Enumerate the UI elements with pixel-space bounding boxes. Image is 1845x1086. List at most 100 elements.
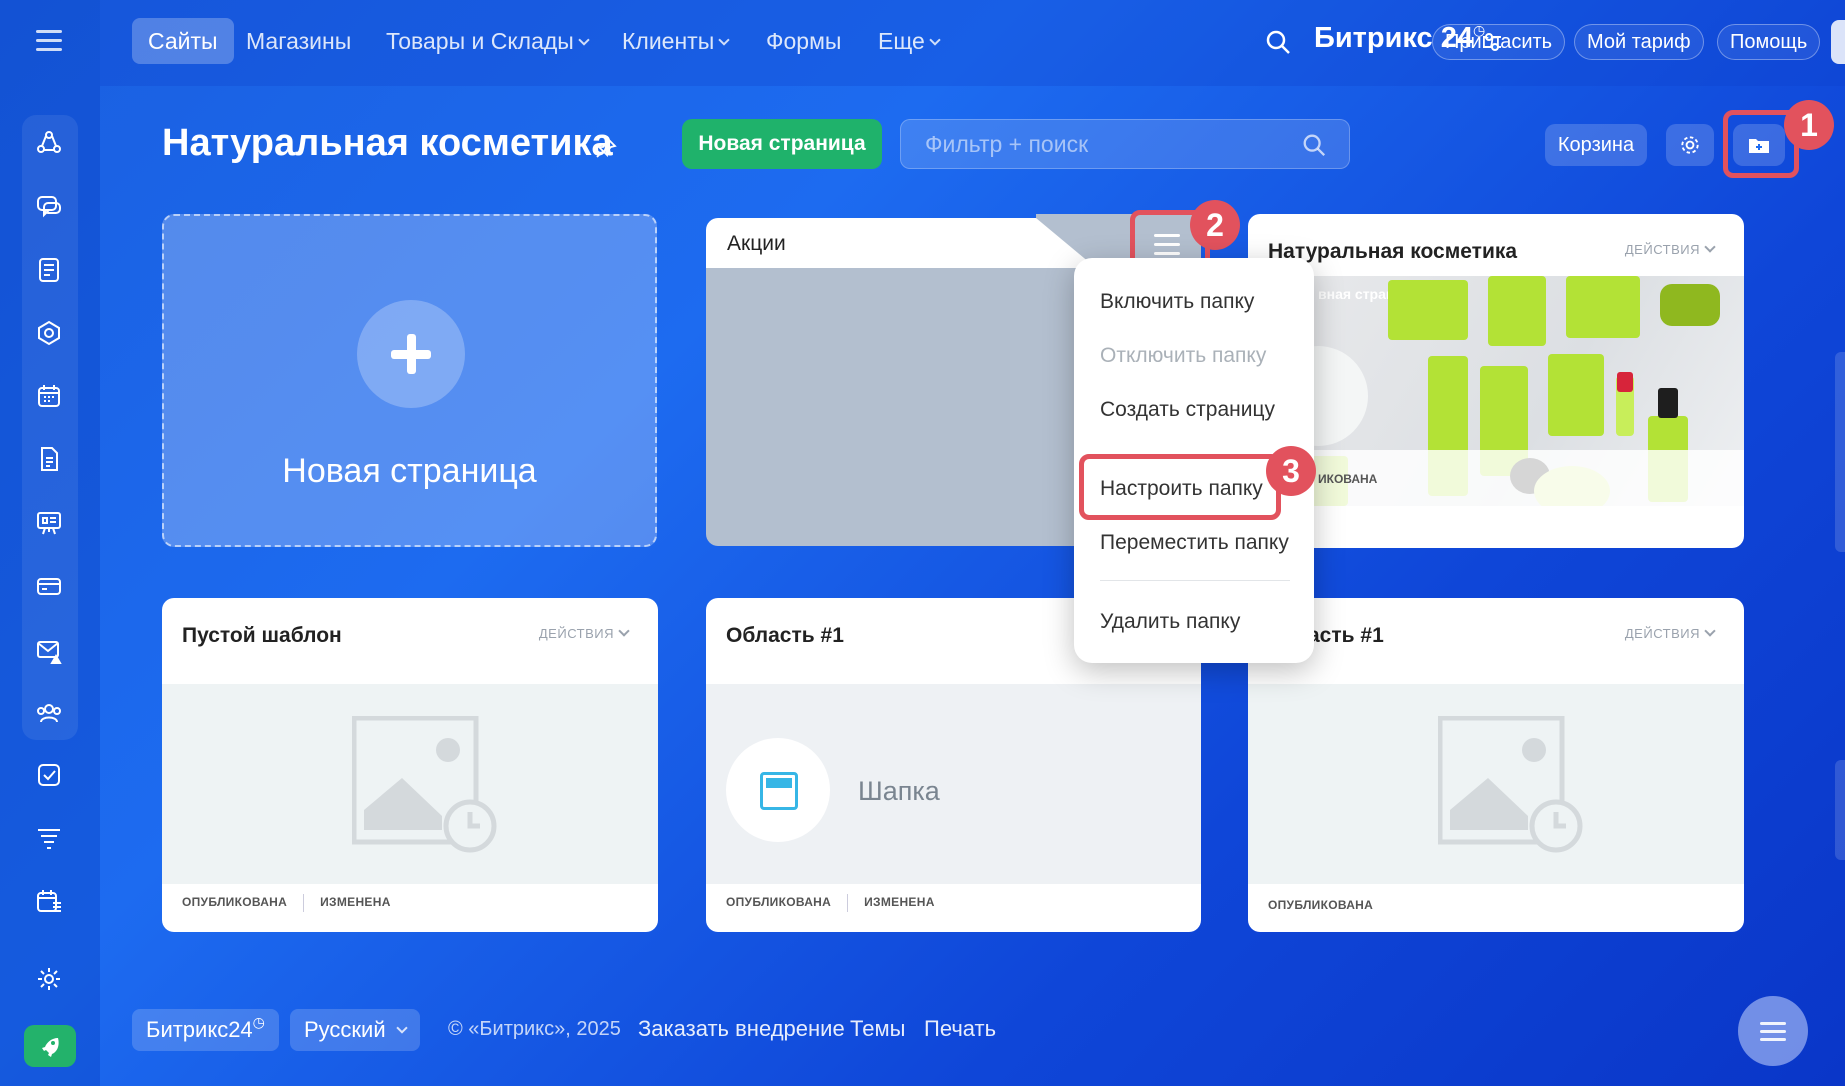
block-name: Шапка [858,776,940,806]
tasks-icon[interactable] [34,760,64,790]
actions-label: ДЕЙСТВИЯ [1624,626,1700,641]
menu-item-create-page[interactable]: Создать страницу [1100,398,1275,422]
chat-button[interactable] [1738,996,1808,1066]
chevron-down-icon [1704,241,1716,253]
published-label: ОПУБЛИКОВАНА [1268,898,1374,912]
site-card[interactable]: Натуральная косметика ДЕЙСТВИЯ вная стра… [1248,214,1744,548]
schedule-icon[interactable] [34,886,64,916]
copyright: © «Битрикс», 2025 [448,1018,621,1040]
footer-brand-button[interactable]: Битрикс24◷ [132,1009,279,1051]
language-select[interactable]: Русский [290,1009,420,1051]
hexagon-icon[interactable] [34,318,64,348]
clock-icon: ◷ [252,1014,265,1030]
invite-button[interactable]: Пригласить [1432,24,1566,60]
annotation-badge-2: 2 [1190,200,1240,250]
menu-divider [1100,580,1290,581]
settings-button[interactable] [1666,124,1714,166]
chevron-down-icon [929,34,941,46]
card-actions[interactable]: ДЕЙСТВИЯ [1624,625,1716,641]
published-label: ОПУБЛИКОВАНА [726,895,832,910]
card-status: ОПУБЛИКОВАНА ИЗМЕНЕНА [182,894,391,912]
published-label: ОПУБЛИКОВАНА [182,895,288,910]
card-status: ОПУБЛИКОВАНА ИЗМЕНЕНА [726,894,935,912]
nav-tab-label: Еще [878,28,925,54]
document-icon[interactable] [34,444,64,474]
search-icon[interactable] [1301,132,1327,158]
news-icon[interactable] [34,255,64,285]
empty-template-card[interactable]: Пустой шаблон ДЕЙСТВИЯ ОПУБЛИКОВАНА ИЗМЕН… [162,598,658,932]
presentation-icon[interactable] [34,508,64,538]
new-page-card[interactable]: Новая страница [162,214,657,547]
area-card-right[interactable]: асть #1 ДЕЙСТВИЯ ОПУБЛИКОВАНА [1248,598,1744,932]
card-actions[interactable]: ДЕЙСТВИЯ [538,625,630,641]
chat-icon[interactable] [34,191,64,221]
contacts-icon[interactable] [34,698,64,728]
actions-label: ДЕЙСТВИЯ [1624,242,1700,257]
chevron-down-icon [578,34,590,46]
plus-icon [357,300,465,408]
settings-gear-icon[interactable] [34,964,64,994]
card-status: ОПУБЛИКОВАНА [1268,898,1373,912]
site-preview-image: вная страница ИКОВАНА [1248,276,1744,506]
search-icon[interactable] [1264,28,1292,56]
language-label: Русский [304,1017,386,1042]
nav-tab-clients[interactable]: Клиенты [606,18,744,64]
print-link[interactable]: Печать [924,1016,996,1042]
dropper-cap [1658,388,1678,418]
my-tariff-button[interactable]: Мой тариф [1574,24,1704,60]
product-box [1488,276,1546,346]
menu-item-enable-folder[interactable]: Включить папку [1100,290,1254,314]
left-sidebar [0,0,100,1086]
footer-brand-label: Битрикс24 [146,1017,253,1042]
nav-tab-shops[interactable]: Магазины [230,18,367,64]
filter-search-field[interactable] [900,119,1350,169]
calendar-icon[interactable] [34,381,64,411]
card-preview [162,684,658,884]
rocket-icon[interactable] [24,1025,76,1067]
actions-label: ДЕЙСТВИЯ [538,626,614,641]
header-block-icon [760,772,798,810]
site-card-actions[interactable]: ДЕЙСТВИЯ [1624,241,1716,257]
pin-icon[interactable] [594,136,618,160]
funnel-icon[interactable] [34,823,64,853]
nav-tab-goods-warehouses[interactable]: Товары и Склады [370,18,604,64]
nav-tab-more[interactable]: Еще [862,18,955,64]
menu-item-move-folder[interactable]: Переместить папку [1100,531,1289,555]
chevron-down-icon [395,1022,408,1034]
themes-link[interactable]: Темы [850,1016,905,1042]
card-preview: Шапка [706,684,1201,884]
new-page-button[interactable]: Новая страница [682,119,882,169]
image-placeholder-icon [1438,716,1583,853]
gear-icon [1681,136,1699,154]
nav-tab-sites[interactable]: Сайты [132,18,234,64]
menu-burger-icon[interactable] [36,30,62,52]
preview-footer-status: ИКОВАНА [1318,472,1378,486]
payment-card-icon[interactable] [34,571,64,601]
menu-item-delete-folder[interactable]: Удалить папку [1100,610,1240,634]
menu-item-disable-folder: Отключить папку [1100,344,1267,367]
mail-warning-icon[interactable] [34,635,64,665]
recycle-bin-button[interactable]: Корзина [1545,124,1647,166]
chevron-down-icon [1704,625,1716,637]
annotation-badge-3: 3 [1266,446,1316,496]
help-button[interactable]: Помощь [1717,24,1821,60]
top-edge-tab[interactable] [1831,20,1845,64]
highlight-frame-3 [1079,454,1281,520]
folder-title: Акции [727,232,786,255]
filter-search-input[interactable] [925,120,1285,168]
right-edge-panel-tab[interactable] [1835,760,1845,860]
top-navigation: Сайты Магазины Товары и Склады Клиенты Ф… [100,0,1845,86]
order-implementation-link[interactable]: Заказать внедрение [638,1016,845,1042]
card-title: асть #1 [1308,624,1384,647]
card-title: Область #1 [726,624,844,647]
product-box [1566,276,1640,338]
page-title: Натуральная косметика [162,122,613,164]
chevron-down-icon [618,625,630,637]
product-sachet [1548,354,1604,436]
chevron-down-icon [718,34,730,46]
changed-label: ИЗМЕНЕНА [864,895,935,910]
feed-icon[interactable] [34,128,64,158]
nav-tab-forms[interactable]: Формы [750,18,857,64]
product-jar [1660,284,1720,326]
right-edge-panel-tab[interactable] [1835,352,1845,552]
